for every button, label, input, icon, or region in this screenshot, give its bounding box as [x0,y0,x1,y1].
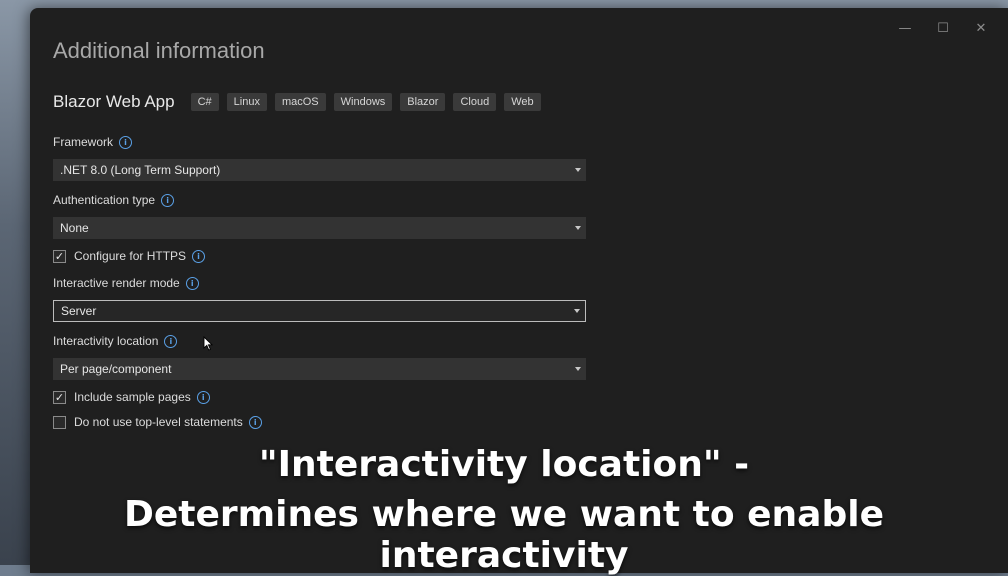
minimize-button[interactable]: — [886,14,924,42]
info-icon[interactable]: i [196,390,210,404]
authentication-value: None [60,221,89,235]
checkmark-icon: ✓ [54,249,65,263]
interactivity-location-value: Per page/component [60,362,172,376]
info-icon[interactable]: i [161,193,175,207]
framework-label-text: Framework [53,135,114,149]
info-icon[interactable]: i [192,249,206,263]
caption-line-1: "Interactivity location" - [258,444,750,485]
interactivity-location-label: Interactivity location i [53,334,178,348]
sample-pages-checkbox-row[interactable]: ✓ Include sample pages i [53,390,210,404]
render-mode-value: Server [61,304,97,318]
framework-dropdown[interactable]: .NET 8.0 (Long Term Support) [53,159,586,181]
render-mode-label-text: Interactive render mode [53,276,180,290]
project-tag: Windows [333,93,393,111]
project-tag: Web [504,93,541,111]
info-icon[interactable]: i [164,334,178,348]
additional-information-dialog: — ☐ ✕ Additional information Blazor Web … [30,8,1008,573]
chevron-down-icon [575,168,581,172]
top-level-statements-checkbox-row[interactable]: Do not use top-level statements i [53,415,262,429]
framework-value: .NET 8.0 (Long Term Support) [60,163,221,177]
project-tag: Linux [226,93,267,111]
https-checkbox-row[interactable]: ✓ Configure for HTTPS i [53,249,206,263]
info-icon[interactable]: i [119,135,133,149]
framework-label: Framework i [53,135,133,149]
project-tag: Blazor [400,93,446,111]
dialog-title: Additional information [53,38,265,63]
interactivity-location-dropdown[interactable]: Per page/component [53,358,586,380]
https-checkbox[interactable]: ✓ [53,249,66,263]
mouse-pointer-icon [203,336,213,351]
sample-pages-label: Include sample pages [74,390,191,404]
chevron-down-icon [575,367,581,371]
checkmark-icon: ✓ [54,390,65,404]
window-controls: — ☐ ✕ [886,14,1000,42]
authentication-label: Authentication type i [53,193,175,207]
render-mode-dropdown[interactable]: Server [53,300,586,322]
project-tag: C# [190,93,219,111]
close-button[interactable]: ✕ [962,14,1000,42]
render-mode-label: Interactive render mode i [53,276,199,290]
authentication-label-text: Authentication type [53,193,156,207]
top-level-statements-label: Do not use top-level statements [74,415,243,429]
project-template-name: Blazor Web App [53,92,175,111]
authentication-dropdown[interactable]: None [53,217,586,239]
chevron-down-icon [574,309,580,313]
project-tag: Cloud [453,93,497,111]
sample-pages-checkbox[interactable]: ✓ [53,390,66,404]
chevron-down-icon [575,226,581,230]
project-tag: macOS [274,93,326,111]
https-label: Configure for HTTPS [74,249,187,263]
maximize-button[interactable]: ☐ [924,14,962,42]
info-icon[interactable]: i [248,415,262,429]
top-level-statements-checkbox[interactable] [53,415,66,429]
caption-line-2: Determines where we want to enable inter… [123,494,884,576]
project-header: Blazor Web App C# Linux macOS Windows Bl… [53,92,549,112]
info-icon[interactable]: i [185,276,199,290]
interactivity-location-label-text: Interactivity location [53,334,159,348]
